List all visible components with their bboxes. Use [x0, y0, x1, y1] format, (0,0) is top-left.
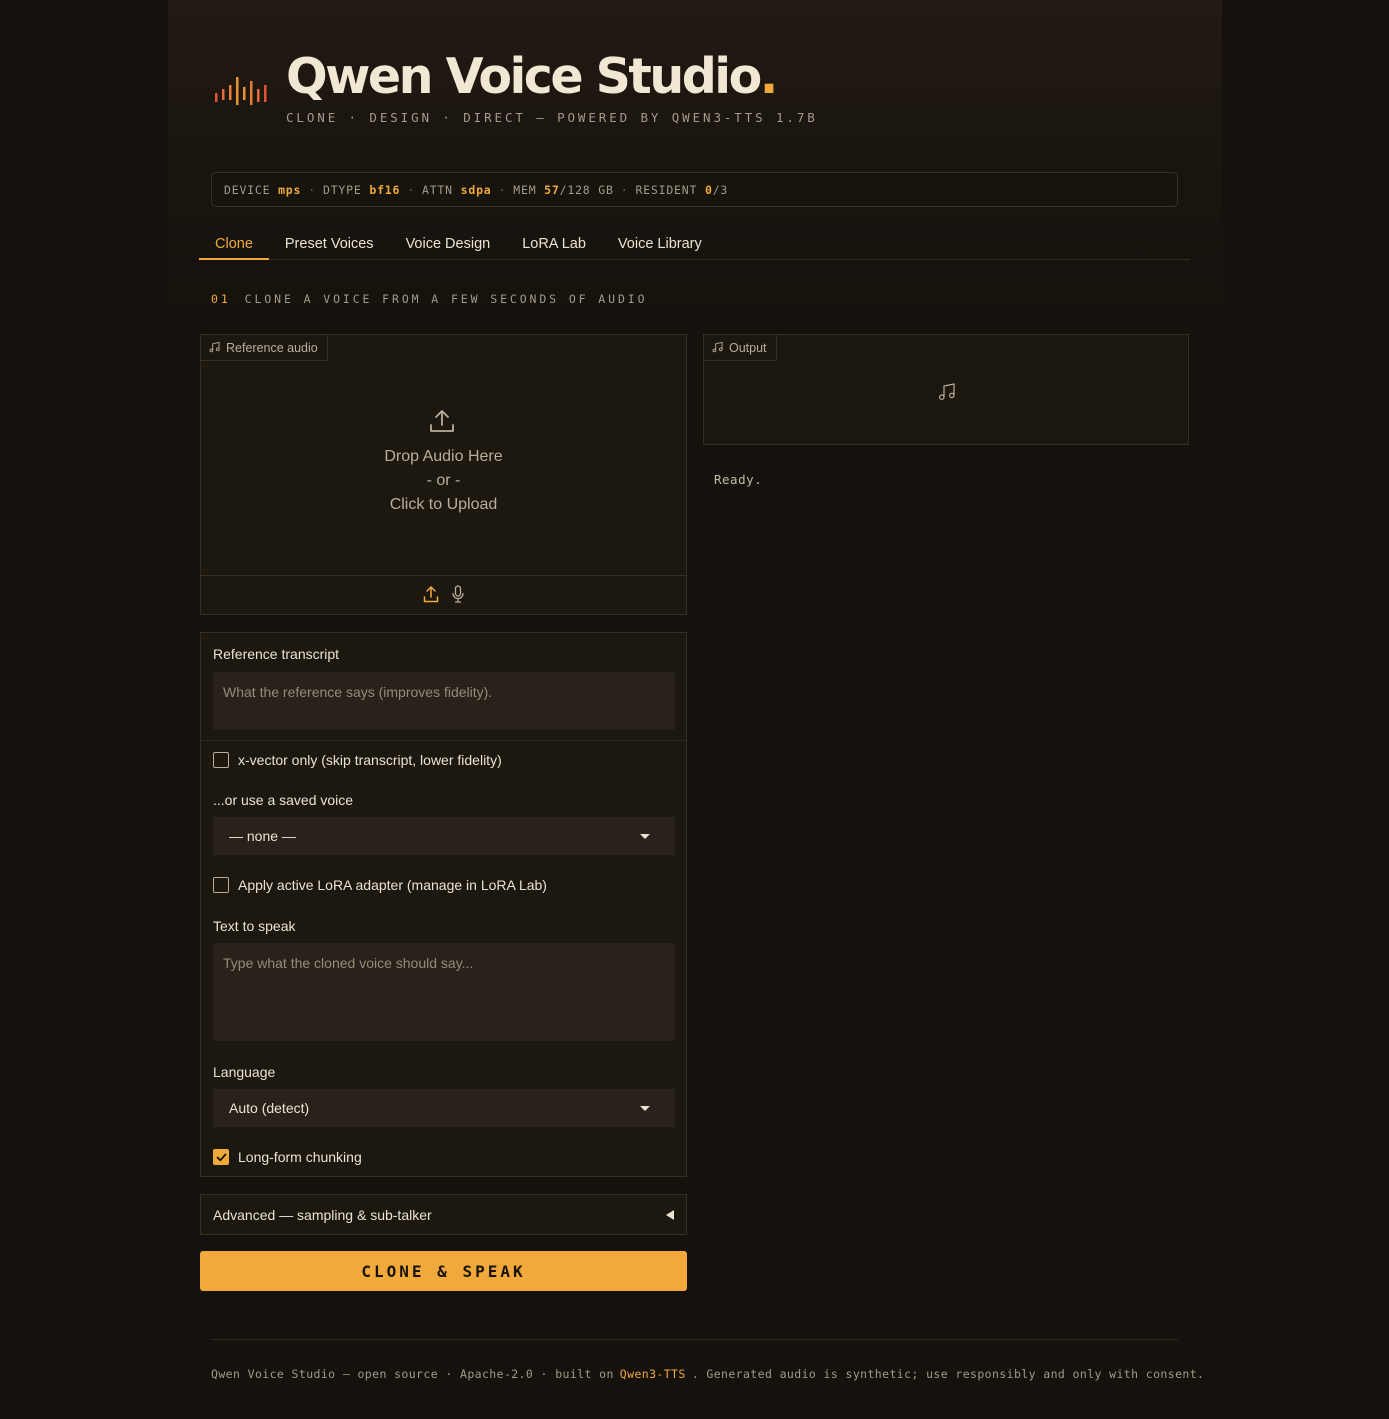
reference-transcript-input[interactable]: What the reference says (improves fideli… [213, 672, 675, 730]
tab-voice-design[interactable]: Voice Design [390, 230, 507, 260]
advanced-settings-label: Advanced — sampling & sub-talker [213, 1206, 432, 1223]
chevron-down-icon [640, 1105, 650, 1111]
longform-chunking-checkbox[interactable] [213, 1149, 229, 1165]
audio-source-toolbar [201, 585, 686, 603]
title-dot: . [759, 48, 779, 105]
music-note-icon [938, 383, 955, 401]
saved-voice-select[interactable]: — none — [213, 817, 675, 855]
output-status: Ready. [714, 472, 763, 487]
device-value: mps [278, 182, 302, 197]
text-to-speak-input[interactable]: Type what the cloned voice should say... [213, 943, 675, 1041]
output-label: Output [729, 340, 767, 355]
drop-instructions: Drop Audio Here - or - Click to Upload [201, 445, 686, 517]
lora-adapter-checkbox[interactable] [213, 877, 229, 893]
reference-audio-tag: Reference audio [201, 335, 328, 361]
dtype-value: bf16 [369, 182, 401, 197]
language-value: Auto (detect) [229, 1100, 310, 1116]
separator: · [498, 182, 507, 197]
footer-divider [211, 1339, 1178, 1340]
drop-line-1: Drop Audio Here [384, 448, 503, 465]
longform-chunking-label: Long-form chunking [238, 1149, 362, 1165]
music-note-icon [712, 342, 723, 353]
resident-total-value: /3 [712, 182, 729, 197]
divider [201, 575, 686, 576]
music-note-icon [209, 342, 220, 353]
output-audio-panel: Output [703, 334, 1189, 445]
section-heading: 01 CLONE A VOICE FROM A FEW SECONDS OF AU… [211, 292, 647, 306]
mem-used-value: 57 [544, 182, 560, 197]
tab-lora-lab[interactable]: LoRA Lab [506, 230, 602, 260]
app-title: Qwen Voice Studio. [286, 48, 779, 105]
tab-clone[interactable]: Clone [199, 230, 269, 260]
dtype-label: DTYPE [322, 182, 362, 197]
qwen3-tts-link[interactable]: Qwen3-TTS [620, 1367, 686, 1381]
output-tag: Output [704, 335, 777, 361]
footer-text: Qwen Voice Studio — open source · Apache… [211, 1367, 614, 1381]
xvector-only-label: x-vector only (skip transcript, lower fi… [238, 752, 502, 768]
longform-checkbox-row[interactable]: Long-form chunking [213, 1149, 362, 1165]
check-icon [216, 1153, 226, 1161]
lora-checkbox-row[interactable]: Apply active LoRA adapter (manage in LoR… [213, 877, 547, 893]
separator: · [620, 182, 629, 197]
attn-value: sdpa [460, 182, 492, 197]
triangle-left-icon [666, 1209, 674, 1220]
upload-icon [430, 410, 454, 432]
resident-value: 0 [704, 182, 713, 197]
section-number: 01 [211, 292, 231, 306]
text-to-speak-label: Text to speak [213, 918, 296, 934]
separator: · [308, 182, 316, 197]
lora-adapter-label: Apply active LoRA adapter (manage in LoR… [238, 877, 547, 893]
divider [201, 740, 686, 741]
waveform-logo-icon [215, 77, 267, 105]
chevron-down-icon [640, 833, 650, 839]
upload-icon[interactable] [423, 585, 439, 603]
attn-label: ATTN [421, 182, 453, 197]
mem-total-value: /128 GB [559, 182, 614, 197]
reference-audio-label: Reference audio [226, 340, 318, 355]
xvector-only-checkbox-row[interactable]: x-vector only (skip transcript, lower fi… [213, 752, 502, 768]
clone-and-speak-button[interactable]: CLONE & SPEAK [200, 1251, 687, 1291]
tab-preset-voices[interactable]: Preset Voices [269, 230, 390, 260]
xvector-only-checkbox[interactable] [213, 752, 229, 768]
advanced-settings-accordion[interactable]: Advanced — sampling & sub-talker [200, 1194, 687, 1235]
drop-line-3: Click to Upload [389, 496, 498, 513]
resident-label: RESIDENT [635, 182, 698, 197]
clone-settings-form: Reference transcript What the reference … [200, 632, 687, 1177]
runtime-status-bar: DEVICE mps · DTYPE bf16 · ATTN sdpa · ME… [211, 172, 1178, 207]
language-select[interactable]: Auto (detect) [213, 1089, 675, 1127]
tab-voice-library[interactable]: Voice Library [602, 230, 718, 260]
reference-audio-dropzone[interactable]: Reference audio Drop Audio Here - or - C… [200, 334, 687, 615]
transcript-label: Reference transcript [213, 646, 340, 662]
microphone-icon[interactable] [451, 585, 465, 603]
saved-voice-label: ...or use a saved voice [213, 792, 354, 808]
footer-disclaimer: . Generated audio is synthetic; use resp… [691, 1367, 1205, 1381]
language-label: Language [213, 1064, 276, 1080]
app-subtitle: CLONE · DESIGN · DIRECT — POWERED BY QWE… [286, 110, 818, 125]
tab-bar: Clone Preset Voices Voice Design LoRA La… [199, 230, 1190, 260]
section-title: CLONE A VOICE FROM A FEW SECONDS OF AUDI… [244, 292, 648, 306]
device-label: DEVICE [224, 182, 271, 197]
saved-voice-value: — none — [229, 828, 296, 844]
mem-label: MEM [513, 182, 537, 197]
footer: Qwen Voice Studio — open source · Apache… [211, 1367, 1204, 1381]
separator: · [407, 182, 415, 197]
drop-line-2: - or - [426, 472, 461, 489]
